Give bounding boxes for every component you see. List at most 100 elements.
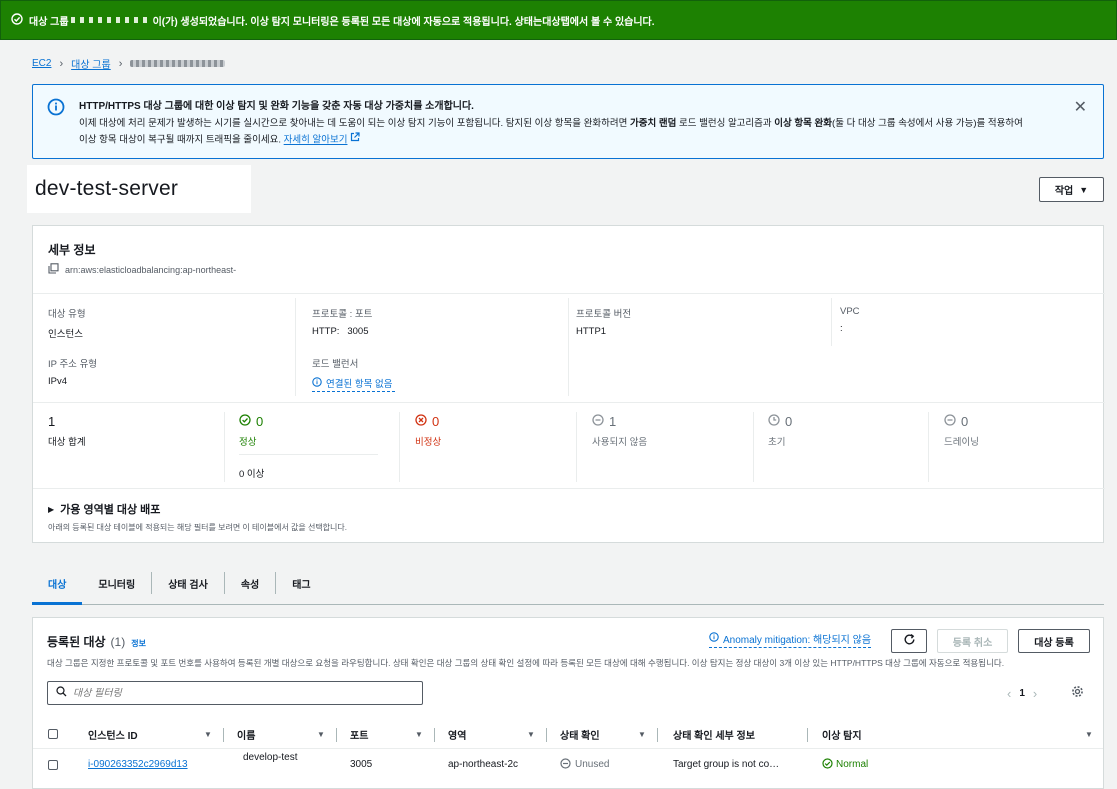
registered-heading-text: 등록된 대상 [47, 635, 106, 649]
ip-type: IP 주소 유형 IPv4 [48, 356, 97, 387]
column-header-name[interactable]: 이름 [237, 727, 255, 742]
actions-button[interactable]: 작업 ▼ [1039, 177, 1104, 202]
tab-health-checks[interactable]: 상태 검사 [152, 567, 224, 603]
protocol-port-value: HTTP: 3005 [312, 326, 369, 337]
ip-type-value: IPv4 [48, 376, 68, 387]
arn-redaction [243, 254, 643, 279]
column-divider [295, 298, 296, 396]
success-flash: 대상 그룹 이(가) 생성되었습니다. 이상 탐지 모니터링은 등록된 모든 대… [0, 0, 1117, 40]
info-bold: 이상 항목 완화 [774, 118, 833, 129]
lb-label: 로드 밸런서 [312, 359, 359, 370]
stat-healthy-value-row: 0 [239, 414, 263, 429]
health-details-value: Target group is not co… [673, 759, 780, 770]
info-text: (둘 다 대상 그룹 속성에서 사용 가능)를 적용하여 [832, 118, 1023, 129]
row-checkbox[interactable] [48, 759, 58, 770]
protocol-port: 프로토콜 : 포트 HTTP: 3005 [312, 306, 372, 337]
redacted-name [70, 17, 151, 23]
tab-targets[interactable]: 대상 [32, 567, 83, 605]
minus-circle-icon [560, 757, 571, 772]
target-type: 대상 유형 인스턴스 [48, 306, 86, 340]
breadcrumb-ec2[interactable]: EC2 [32, 58, 51, 69]
target-filter-input[interactable] [73, 687, 403, 699]
info-banner-body: 이제 대상에 처리 문제가 발생하는 시기를 실시간으로 찾아내는 데 도움이 … [79, 116, 1087, 149]
page-number[interactable]: 1 [1019, 688, 1025, 699]
breadcrumb: EC2 › 대상 그룹 › [32, 56, 226, 71]
deregister-button[interactable]: 등록 취소 [937, 629, 1008, 653]
column-divider [831, 298, 832, 346]
chevron-right-icon[interactable]: › [1033, 686, 1037, 701]
arn-row: arn:aws:elasticloadbalancing:ap-northeas… [48, 263, 236, 276]
column-divider [657, 728, 658, 742]
instance-id-link[interactable]: i-090263352c2969d13 [88, 759, 188, 770]
tab-tags[interactable]: 태그 [276, 567, 326, 603]
info-link[interactable]: 정보 [131, 638, 146, 649]
anomaly-status: Normal [822, 757, 868, 772]
sort-caret-icon[interactable]: ▼ [204, 730, 212, 739]
column-header-anomaly[interactable]: 이상 탐지 [822, 727, 862, 742]
stat-initial: 0 초기 [768, 414, 792, 448]
tab-attributes[interactable]: 속성 [225, 567, 275, 603]
select-all-checkbox[interactable] [48, 729, 58, 739]
page-title-box: dev-test-server [27, 165, 251, 213]
divider [239, 454, 378, 455]
pagination: ‹ 1 › [999, 686, 1045, 701]
copy-icon[interactable] [48, 263, 59, 276]
stat-unused-label: 사용되지 않음 [592, 437, 648, 448]
external-link-icon [350, 132, 360, 148]
arn-value: arn:aws:elasticloadbalancing:ap-northeas… [65, 264, 237, 275]
stat-draining-label: 드레이닝 [944, 437, 979, 448]
column-divider [336, 728, 337, 742]
sort-caret-icon[interactable]: ▼ [415, 730, 423, 739]
protocol-version-label: 프로토콜 버전 [576, 309, 632, 320]
close-icon[interactable]: ✕ [1074, 97, 1087, 117]
column-header-zone[interactable]: 영역 [448, 727, 466, 742]
lb-value: 연결된 항목 없음 [312, 376, 395, 392]
registered-description: 대상 그룹은 지정한 프로토콜 및 포트 번호를 사용하여 등록된 개별 대상으… [47, 658, 1005, 668]
sort-caret-icon[interactable]: ▼ [527, 730, 535, 739]
sort-caret-icon[interactable]: ▼ [317, 730, 325, 739]
sort-caret-icon[interactable]: ▼ [1085, 730, 1093, 739]
flash-bold: 대상 [542, 16, 561, 28]
az-distribution-toggle[interactable]: ▶ 가용 영역별 대상 배포 [48, 501, 347, 517]
divider [33, 293, 1105, 294]
stat-total: 1 대상 합계 [48, 414, 86, 448]
column-header-health[interactable]: 상태 확인 [560, 727, 600, 742]
chevron-left-icon[interactable]: ‹ [1007, 686, 1011, 701]
column-divider [434, 728, 435, 742]
tab-monitoring[interactable]: 모니터링 [82, 567, 151, 603]
check-circle-icon [239, 414, 251, 429]
port-value: 3005 [350, 759, 373, 770]
column-header-port[interactable]: 포트 [350, 727, 368, 742]
lb-none-link[interactable]: 연결된 항목 없음 [312, 376, 395, 392]
breadcrumb-target-groups[interactable]: 대상 그룹 [71, 56, 111, 71]
zone-value: ap-northeast-2c [448, 759, 519, 770]
anomaly-mitigation-link[interactable]: Anomaly mitigation: 해당되지 않음 [709, 631, 872, 648]
learn-more-link[interactable]: 자세히 알아보기 [284, 135, 348, 146]
table-header-row: 인스턴스 ID ▼ 이름 ▼ 포트 ▼ 영역 ▼ 상태 확인 ▼ 상태 확인 세… [33, 720, 1103, 749]
info-bold: 가중치 랜덤 [629, 118, 677, 129]
register-targets-button[interactable]: 대상 등록 [1018, 629, 1090, 653]
refresh-button[interactable] [891, 629, 927, 653]
gear-icon[interactable] [1071, 685, 1084, 701]
az-heading: 가용 영역별 대상 배포 [60, 504, 161, 516]
name-value: develop-test [243, 751, 298, 763]
flash-suffix: 이(가) 생성되었습니다. 이상 탐지 모니터링은 등록된 모든 대상에 자동으… [152, 16, 543, 28]
vpc: VPC : [840, 306, 860, 334]
az-description: 아래의 등록된 대상 테이블에 적용되는 해당 필터를 보려면 이 테이블에서 … [48, 523, 347, 532]
info-text: 이제 대상에 처리 문제가 발생하는 시기를 실시간으로 찾아내는 데 도움이 … [79, 118, 630, 129]
stat-unused-value-row: 1 [592, 414, 647, 429]
column-header-instance-id[interactable]: 인스턴스 ID [88, 727, 138, 742]
clock-icon [768, 414, 780, 429]
column-header-health-details[interactable]: 상태 확인 세부 정보 [673, 727, 755, 742]
chevron-right-icon: › [59, 57, 64, 70]
vpc-label: VPC [840, 306, 860, 317]
tab-bar: 대상 모니터링 상태 검사 속성 태그 [32, 567, 1104, 605]
az-distribution[interactable]: ▶ 가용 영역별 대상 배포 아래의 등록된 대상 테이블에 적용되는 해당 필… [48, 501, 347, 533]
target-filter[interactable] [47, 681, 423, 705]
sort-caret-icon[interactable]: ▼ [638, 730, 646, 739]
check-circle-icon [822, 757, 833, 772]
column-divider [399, 412, 400, 482]
info-banner-title: HTTP/HTTPS 대상 그룹에 대한 이상 탐지 및 완화 기능을 갖춘 자… [79, 101, 474, 112]
stat-draining: 0 드레이닝 [944, 414, 979, 448]
details-panel: 세부 정보 arn:aws:elasticloadbalancing:ap-no… [32, 225, 1105, 543]
